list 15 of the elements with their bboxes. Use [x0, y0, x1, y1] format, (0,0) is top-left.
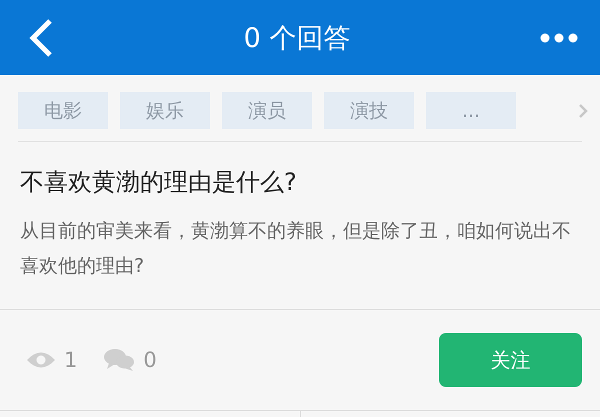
follow-button[interactable]: 关注: [439, 333, 582, 387]
more-icon[interactable]: [540, 32, 578, 42]
question-title: 不喜欢黄渤的理由是什么?: [20, 167, 298, 198]
tag[interactable]: 电影: [18, 92, 108, 129]
eye-icon: [26, 351, 56, 369]
question-description: 从目前的审美来看，黄渤算不的养眼，但是除了丑，咱如何说出不喜欢他的理由?: [20, 219, 572, 279]
tag[interactable]: 演员: [222, 92, 312, 129]
tag[interactable]: ...: [426, 92, 516, 129]
comment-count: 0: [143, 348, 157, 372]
page-title: 0 个回答: [244, 22, 350, 56]
tag[interactable]: 演技: [324, 92, 414, 129]
tag[interactable]: 娱乐: [120, 92, 210, 129]
back-icon[interactable]: [28, 18, 54, 58]
view-count: 1: [64, 348, 78, 372]
comments-icon: [103, 348, 136, 372]
